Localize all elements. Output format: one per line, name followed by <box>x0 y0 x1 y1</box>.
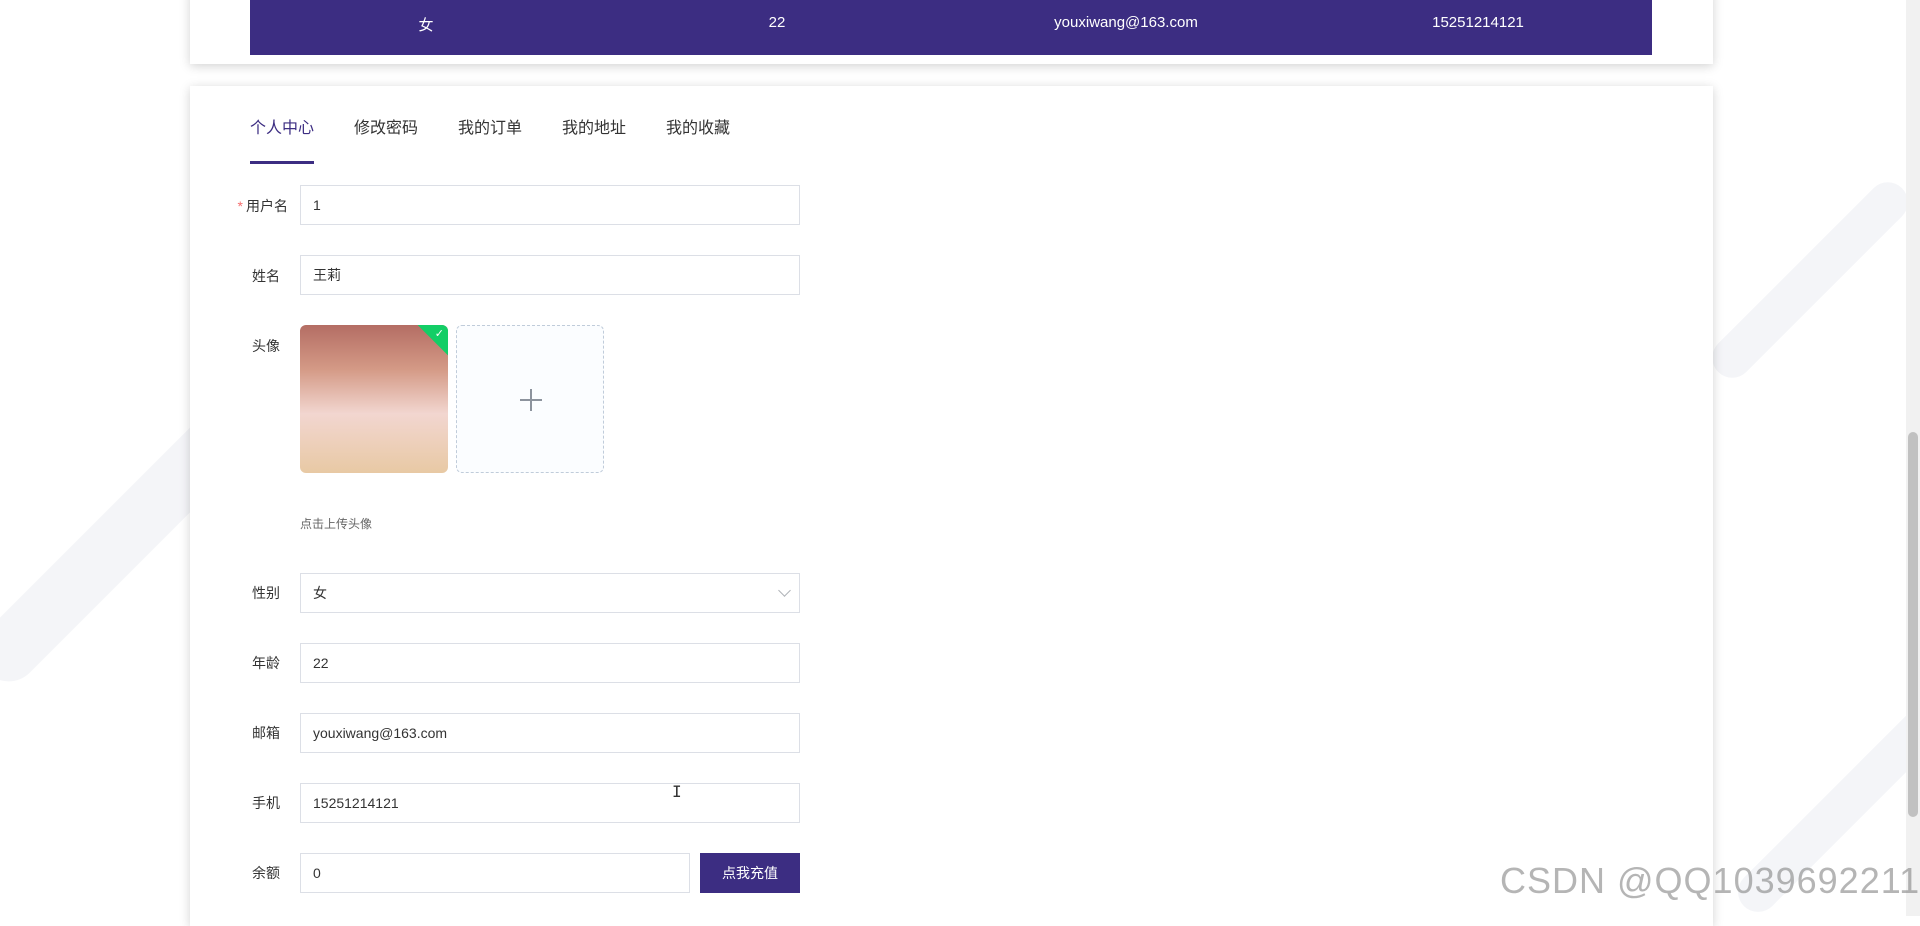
gender-selected-value: 女 <box>313 585 327 601</box>
watermark: CSDN @QQ1039692211 <box>1500 860 1920 901</box>
avatar-upload-tip: 点击上传头像 <box>300 517 373 531</box>
username-input[interactable]: 1 <box>300 185 800 225</box>
user-info-card: 女 22 youxiwang@163.com 15251214121 <box>190 0 1713 64</box>
username-label: * 用户名 <box>237 198 288 214</box>
required-mark: * <box>237 198 243 214</box>
active-tab-indicator <box>250 161 314 164</box>
avatar-image[interactable]: ✓ <box>300 325 448 473</box>
phone-label: 手机 <box>252 795 280 811</box>
profile-card: 个人中心 修改密码 我的订单 我的地址 我的收藏 * 用户名 1 姓名 王莉 头像… <box>190 86 1713 926</box>
avatar-upload-button[interactable] <box>456 325 604 473</box>
email-input[interactable]: youxiwang@163.com <box>300 713 800 753</box>
gender-select[interactable]: 女 <box>300 573 800 613</box>
info-phone: 15251214121 <box>1432 14 1524 31</box>
plus-icon <box>530 389 532 411</box>
tab-my-orders[interactable]: 我的订单 <box>458 114 522 138</box>
page-scrollbar[interactable] <box>1906 0 1920 916</box>
scrollbar-thumb[interactable] <box>1908 432 1918 817</box>
info-email: youxiwang@163.com <box>1054 14 1198 31</box>
recharge-button[interactable]: 点我充值 <box>700 853 800 893</box>
name-label: 姓名 <box>252 268 280 284</box>
name-input[interactable]: 王莉 <box>300 255 800 295</box>
tab-my-favorites[interactable]: 我的收藏 <box>666 114 730 138</box>
tab-my-addresses[interactable]: 我的地址 <box>562 114 626 138</box>
text-cursor: I <box>672 782 682 801</box>
info-age: 22 <box>768 14 786 31</box>
avatar-label: 头像 <box>252 338 280 354</box>
phone-input[interactable]: 15251214121 <box>300 783 800 823</box>
tab-personal-center[interactable]: 个人中心 <box>250 114 314 138</box>
balance-input[interactable]: 0 <box>300 853 690 893</box>
email-label: 邮箱 <box>252 725 280 741</box>
gender-label: 性别 <box>252 585 280 601</box>
user-info-bar: 女 22 youxiwang@163.com 15251214121 <box>250 0 1652 55</box>
tab-change-password[interactable]: 修改密码 <box>354 114 418 138</box>
age-label: 年龄 <box>252 655 280 671</box>
check-icon: ✓ <box>434 328 444 340</box>
chevron-down-icon <box>778 584 791 597</box>
info-gender: 女 <box>418 17 434 34</box>
age-input[interactable]: 22 <box>300 643 800 683</box>
balance-label: 余额 <box>252 865 280 881</box>
background-stripe <box>1703 173 1917 387</box>
